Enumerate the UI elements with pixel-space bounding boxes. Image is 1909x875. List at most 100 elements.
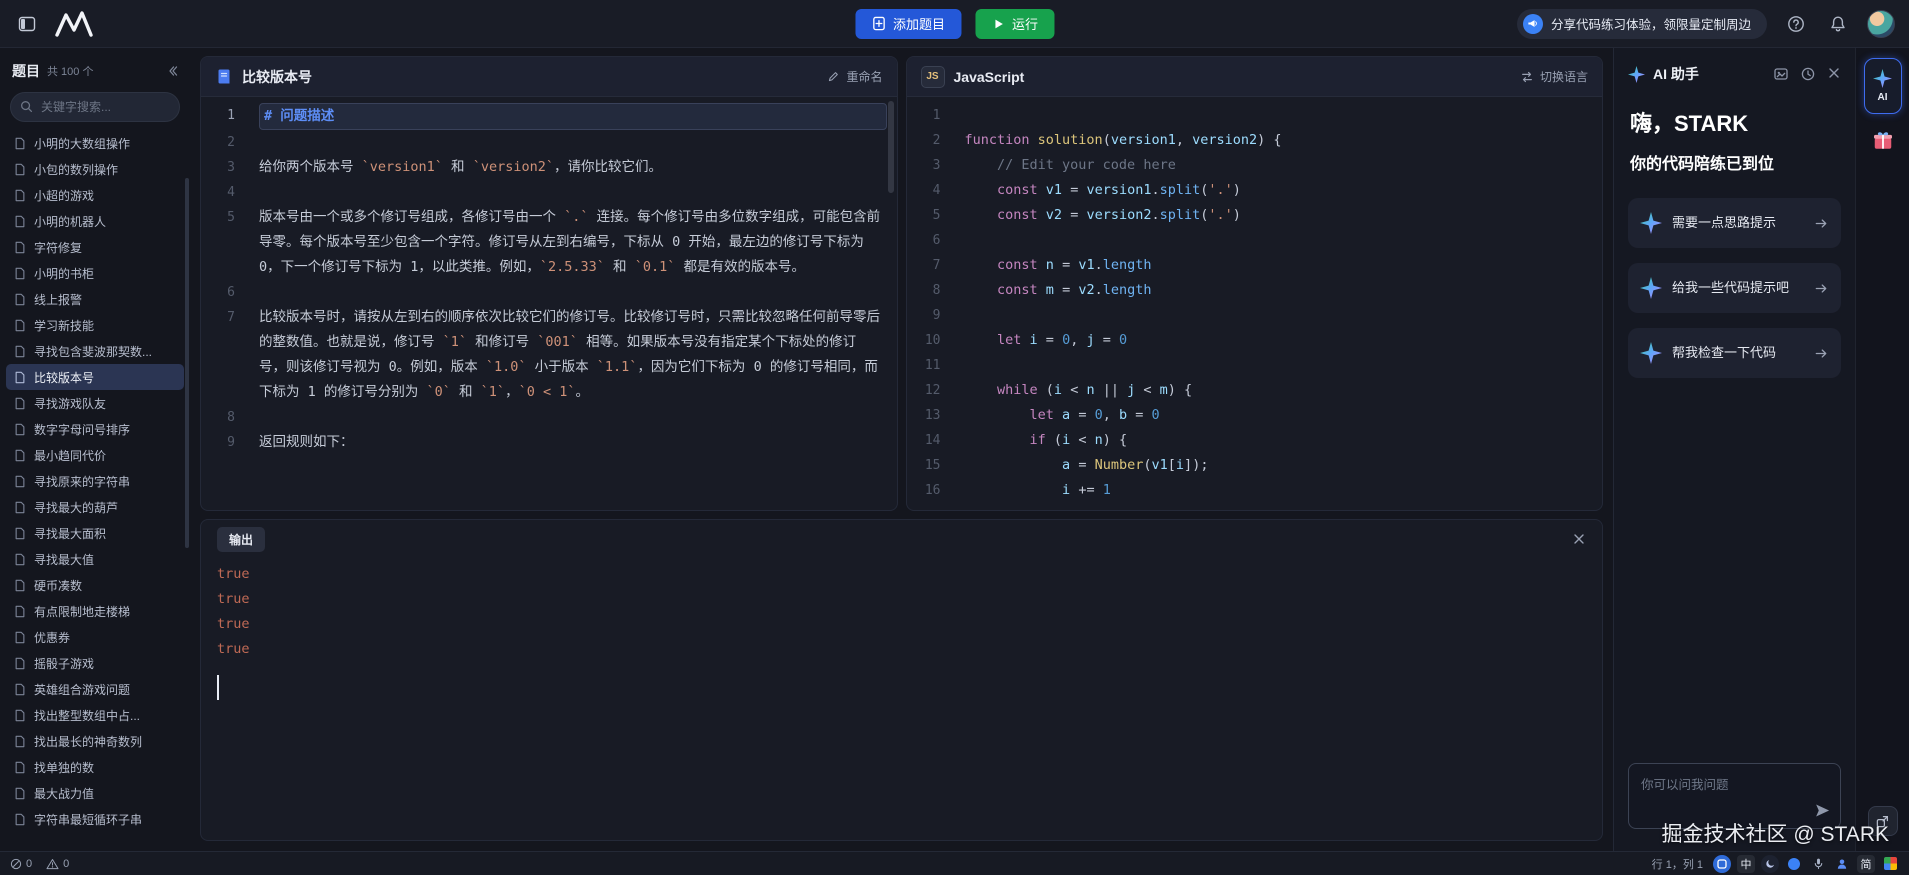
sidebar-item[interactable]: 寻找最大面积: [6, 520, 184, 546]
error-count[interactable]: 0: [10, 858, 32, 870]
sidebar-item[interactable]: 寻找最大值: [6, 546, 184, 572]
ai-title: AI 助手: [1653, 66, 1699, 82]
ai-suggestion-card[interactable]: 需要一点思路提示: [1628, 198, 1841, 248]
notifications-button[interactable]: [1825, 11, 1851, 37]
sidebar-item-label: 寻找包含斐波那契数...: [34, 344, 153, 359]
dark-mode-icon[interactable]: [1761, 854, 1779, 873]
user-avatar[interactable]: [1867, 9, 1895, 38]
sidebar-title: 题目: [12, 63, 40, 79]
search-input[interactable]: [10, 92, 180, 122]
problem-sidebar: 题目 共 100 个 小明的大数组操作小包的数列操作小超的游戏小明的机器人字符修…: [0, 48, 190, 851]
markdown-line-text: ​: [259, 280, 897, 305]
warning-count[interactable]: 0: [46, 858, 69, 870]
ai-chat-input[interactable]: [1628, 763, 1841, 829]
sidebar-item[interactable]: 寻找最大的葫芦: [6, 494, 184, 520]
sidebar-item[interactable]: 硬币凑数: [6, 572, 184, 598]
sidebar-item[interactable]: 找出最长的神奇数列: [6, 728, 184, 754]
sidebar-item[interactable]: 小明的书柜: [6, 260, 184, 286]
add-problem-button[interactable]: 添加题目: [854, 8, 961, 39]
ime-simplified-icon[interactable]: 简: [1857, 854, 1875, 873]
sparkle-icon: [1640, 342, 1662, 364]
sidebar-item[interactable]: 最小趋同代价: [6, 442, 184, 468]
help-button[interactable]: [1783, 11, 1809, 37]
line-number: 13: [924, 408, 941, 423]
gift-icon: [1873, 132, 1892, 149]
sidebar-item[interactable]: 寻找游戏队友: [6, 390, 184, 416]
close-ai-button[interactable]: [1827, 66, 1841, 82]
sidebar-item[interactable]: 寻找原来的字符串: [6, 468, 184, 494]
play-icon: [994, 19, 1003, 28]
ai-suggestion-card[interactable]: 帮我检查一下代码: [1628, 328, 1841, 378]
switch-language-button[interactable]: 切换语言: [1520, 68, 1588, 85]
line-number: 6: [932, 233, 941, 248]
sidebar-item[interactable]: 小包的数列操作: [6, 156, 184, 182]
sidebar-item[interactable]: 有点限制地走楼梯: [6, 598, 184, 624]
output-line: true: [217, 616, 250, 632]
sidebar-item[interactable]: 寻找包含斐波那契数...: [6, 338, 184, 364]
sidebar-item[interactable]: 找单独的数: [6, 754, 184, 780]
search-box: [10, 92, 180, 122]
sidebar-item[interactable]: 小明的大数组操作: [6, 130, 184, 156]
open-window-button[interactable]: [1867, 806, 1898, 836]
code-line: 10 let i = 0, j = 0: [907, 328, 1603, 353]
sidebar-item[interactable]: 比较版本号: [6, 364, 184, 390]
status-dot-icon[interactable]: [1785, 855, 1803, 873]
markdown-line: 1 # 问题描述: [201, 103, 897, 130]
code-panel-header: JS JavaScript 切换语言: [906, 57, 1602, 97]
microphone-icon[interactable]: [1809, 855, 1827, 873]
screenshot-icon[interactable]: [1773, 66, 1789, 82]
sidebar-item[interactable]: 线上报警: [6, 286, 184, 312]
sidebar-item[interactable]: 找出整型数组中占...: [6, 702, 184, 728]
markdown-line: 3 给你两个版本号 `version1` 和 `version2`，请你比较它们。: [201, 155, 897, 180]
line-number: 14: [924, 433, 941, 448]
app-logo[interactable]: [54, 9, 94, 39]
ai-greeting-block: 嗨，STARK 你的代码陪练已到位: [1614, 92, 1855, 174]
problem-scrollbar[interactable]: [887, 101, 894, 193]
error-icon: [10, 858, 22, 869]
markdown-line: 7 比较版本号时，请按从左到右的顺序依次比较它们的修订号。比较修订号时，只需比较忽…: [201, 305, 897, 405]
ai-suggestion-card[interactable]: 给我一些代码提示吧: [1628, 263, 1841, 313]
send-icon[interactable]: [1814, 802, 1831, 819]
run-button[interactable]: 运行: [975, 8, 1055, 39]
document-icon: [15, 475, 25, 487]
ai-suggestion-label: 需要一点思路提示: [1672, 214, 1777, 230]
close-output-button[interactable]: [1572, 532, 1586, 546]
promo-banner[interactable]: 分享代码练习体验，领限量定制周边: [1516, 8, 1767, 39]
sidebar-item-label: 学习新技能: [34, 318, 95, 333]
code-line-text: ​: [965, 103, 1603, 128]
code-line: 8 const m = v2.length: [907, 278, 1603, 303]
ai-suggestion-label: 帮我检查一下代码: [1672, 344, 1777, 360]
rename-button[interactable]: 重命名: [827, 68, 883, 85]
output-console[interactable]: true true true true: [201, 558, 1602, 704]
output-tab[interactable]: 输出: [217, 526, 266, 552]
sidebar-item[interactable]: 摇骰子游戏: [6, 650, 184, 676]
code-line-text: let i = 0, j = 0: [997, 332, 1128, 348]
ai-launcher-label: AI: [1877, 92, 1888, 103]
problem-editor[interactable]: 1# 问题描述2​3给你两个版本号 `version1` 和 `version2…: [201, 97, 897, 510]
history-icon[interactable]: [1800, 66, 1816, 82]
code-line-text: while (i < n || j < m) {: [997, 382, 1193, 398]
account-icon[interactable]: [1833, 855, 1851, 873]
sidebar-item[interactable]: 学习新技能: [6, 312, 184, 338]
sidebar-item[interactable]: 小超的游戏: [6, 182, 184, 208]
sidebar-item-label: 寻找最大的葫芦: [34, 500, 119, 515]
apps-grid-icon[interactable]: [1881, 855, 1899, 873]
output-lines: true true true true: [217, 562, 1586, 662]
collapse-sidebar-button[interactable]: [166, 65, 178, 77]
sidebar-item[interactable]: 数字字母问号排序: [6, 416, 184, 442]
extension-icon[interactable]: [1713, 854, 1731, 873]
sidebar-item[interactable]: 小明的机器人: [6, 208, 184, 234]
sidebar-item[interactable]: 最大战力值: [6, 780, 184, 806]
book-icon: [218, 69, 230, 83]
ai-launcher-button[interactable]: AI: [1863, 58, 1902, 114]
sidebar-item[interactable]: 字符修复: [6, 234, 184, 260]
ime-chinese-icon[interactable]: 中: [1737, 854, 1755, 873]
sidebar-item[interactable]: 英雄组合游戏问题: [6, 676, 184, 702]
sidebar-item-label: 最小趋同代价: [34, 448, 107, 463]
sidebar-scrollbar[interactable]: [185, 178, 189, 548]
sidebar-item[interactable]: 优惠券: [6, 624, 184, 650]
event-gift-button[interactable]: [1869, 126, 1897, 154]
code-editor[interactable]: 1​2function solution(version1, version2)…: [907, 97, 1603, 510]
sidebar-toggle-button[interactable]: [14, 11, 40, 37]
sidebar-item[interactable]: 字符串最短循环子串: [6, 806, 184, 832]
